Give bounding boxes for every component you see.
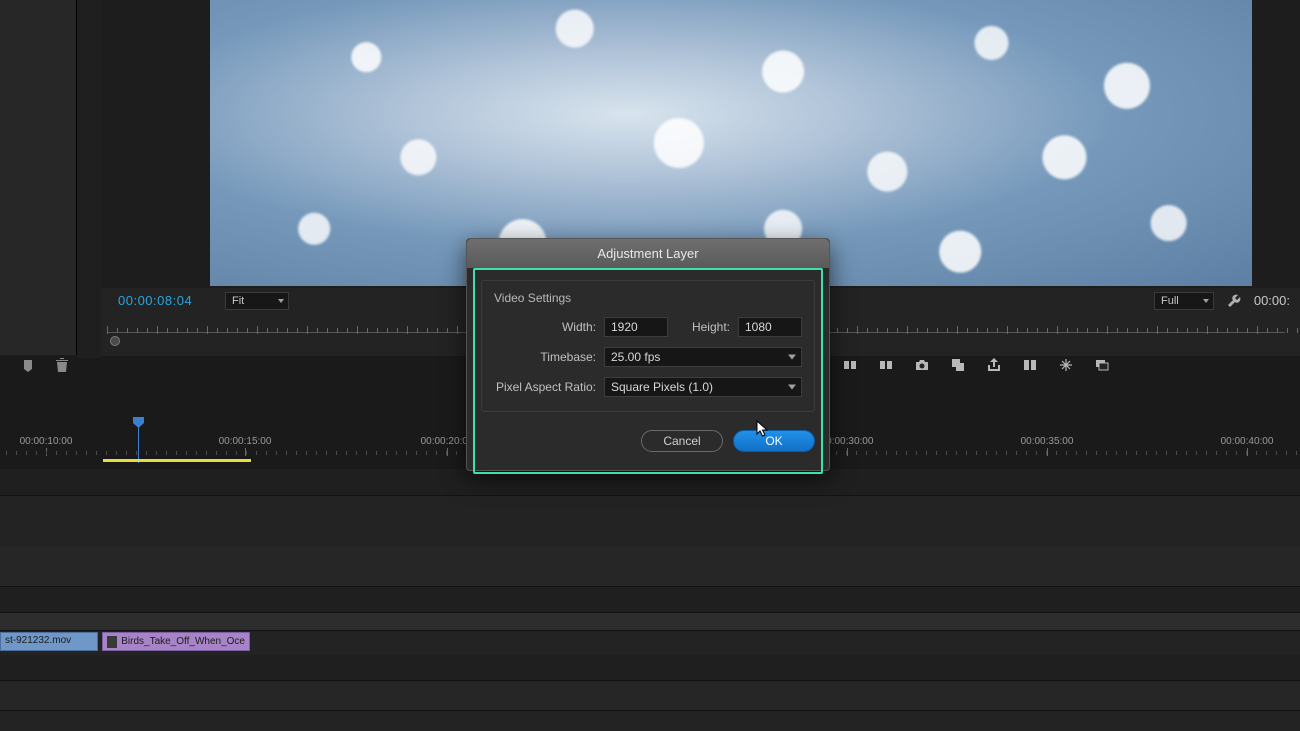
ok-button[interactable]: OK: [733, 430, 815, 452]
video-track[interactable]: [0, 613, 1300, 631]
timeline-tracks: [0, 469, 1300, 731]
group-legend: Video Settings: [494, 291, 802, 305]
out-timecode[interactable]: 00:00:: [1254, 293, 1290, 308]
ruler-label: 00:00:40:00: [1221, 436, 1274, 447]
mark-out-icon[interactable]: [878, 357, 894, 373]
adjustment-layer-dialog: Adjustment Layer Video Settings Width: H…: [466, 238, 830, 471]
panel-gap: [77, 0, 101, 358]
audio-track[interactable]: [0, 655, 1300, 681]
zoom-level-value: Fit: [232, 295, 244, 307]
ruler-label: 00:00:35:00: [1021, 436, 1074, 447]
export-frame-icon[interactable]: [986, 357, 1002, 373]
camera-icon[interactable]: [914, 357, 930, 373]
video-track[interactable]: [0, 469, 1300, 496]
timebase-select[interactable]: 25.00 fps: [604, 347, 802, 367]
video-track[interactable]: [0, 547, 1300, 587]
timebase-value: 25.00 fps: [611, 350, 660, 364]
height-label: Height:: [668, 320, 738, 334]
dialog-title: Adjustment Layer: [467, 239, 829, 268]
trash-icon[interactable]: [54, 358, 70, 374]
par-label: Pixel Aspect Ratio:: [494, 380, 604, 394]
chevron-down-icon: [788, 385, 796, 390]
par-select[interactable]: Square Pixels (1.0): [604, 377, 802, 397]
timebase-label: Timebase:: [494, 350, 604, 364]
resolution-select[interactable]: Full: [1154, 292, 1214, 310]
work-area-bar[interactable]: [103, 459, 251, 462]
current-timecode[interactable]: 00:00:08:04: [118, 293, 192, 308]
width-input[interactable]: [604, 317, 668, 337]
resolution-value: Full: [1161, 295, 1179, 307]
clip-label: st-921232.mov: [5, 635, 71, 646]
ruler-label: 00:00:15:00: [219, 436, 272, 447]
clip-label: Birds_Take_Off_When_Oce: [121, 636, 245, 647]
panel-tool-row: [20, 358, 70, 374]
proxies-icon[interactable]: [1094, 357, 1110, 373]
monitor-playhead[interactable]: [110, 336, 120, 346]
par-value: Square Pixels (1.0): [611, 380, 713, 394]
chevron-down-icon: [788, 355, 796, 360]
monitor-toolbar: [842, 357, 1110, 373]
source-panel: [0, 0, 77, 355]
ruler-label: 00:00:10:00: [20, 436, 73, 447]
safe-margins-icon[interactable]: [1058, 357, 1074, 373]
audio-track[interactable]: [0, 681, 1300, 711]
comparison-icon[interactable]: [1022, 357, 1038, 373]
settings-icon[interactable]: [1226, 293, 1242, 309]
video-track[interactable]: [0, 587, 1300, 613]
fx-badge-icon: [107, 636, 117, 648]
overlay-icon[interactable]: [950, 357, 966, 373]
cancel-button[interactable]: Cancel: [641, 430, 723, 452]
marker-icon[interactable]: [20, 358, 36, 374]
chevron-down-icon: [1203, 299, 1209, 303]
timeline-clip[interactable]: Birds_Take_Off_When_Oce: [102, 632, 250, 651]
mark-in-icon[interactable]: [842, 357, 858, 373]
video-settings-group: Video Settings Width: Height: Timebase: …: [481, 280, 815, 412]
chevron-down-icon: [278, 299, 284, 303]
zoom-level-select[interactable]: Fit: [225, 292, 289, 310]
width-label: Width:: [494, 320, 604, 334]
height-input[interactable]: [738, 317, 802, 337]
timeline-clip[interactable]: st-921232.mov: [0, 632, 98, 651]
